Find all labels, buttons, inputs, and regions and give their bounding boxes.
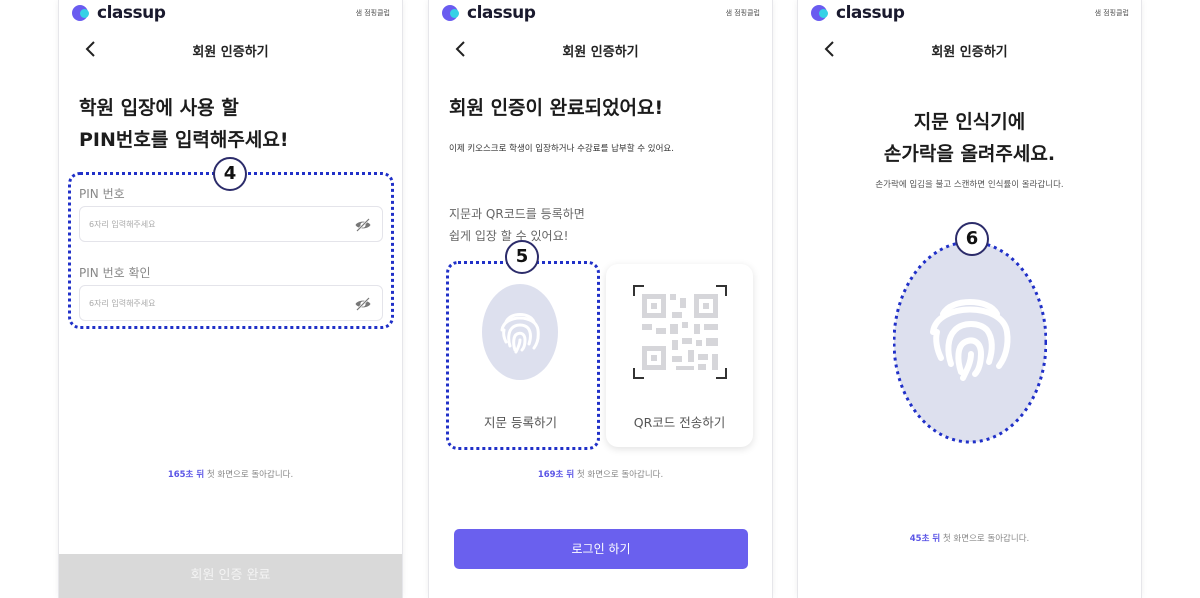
classup-logo: classup (442, 3, 536, 23)
countdown-message: 첫 화면으로 돌아갑니다. (574, 470, 664, 480)
prompt-line1: 지문과 QR코드를 등록하면 (449, 207, 585, 221)
logo-text: classup (97, 3, 166, 23)
academy-name: 샘 점핑클럽 (725, 9, 760, 17)
academy-name: 샘 점핑클럽 (1094, 9, 1129, 17)
page-heading-line1: 학원 입장에 사용 할 (79, 97, 239, 119)
page-heading: 회원 인증이 완료되었어요! (449, 97, 664, 119)
nav-bar: 회원 인증하기 (798, 34, 1141, 64)
fingerprint-scan-screen: classup 샘 점핑클럽 회원 인증하기 지문 인식기에 손가락을 올려주세… (797, 0, 1142, 598)
eye-off-icon[interactable] (354, 295, 372, 313)
pin-field[interactable] (79, 206, 383, 242)
top-bar: classup 샘 점핑클럽 (798, 0, 1141, 26)
qr-card-label: QR코드 전송하기 (633, 415, 726, 430)
countdown-seconds: 169초 뒤 (537, 470, 575, 480)
page-heading-line2: 손가락을 올려주세요. (883, 143, 1056, 165)
countdown-text: 45초 뒤 첫 화면으로 돌아갑니다. (798, 532, 1141, 544)
step-badge: 6 (955, 222, 989, 256)
page-subtext: 손가락에 입김을 불고 스캔하면 인식률이 올라갑니다. (875, 180, 1064, 190)
top-bar: classup 샘 점핑클럽 (429, 0, 772, 26)
login-button[interactable]: 로그인 하기 (454, 529, 748, 569)
countdown-text: 169초 뒤 첫 화면으로 돌아갑니다. (429, 468, 772, 480)
classup-logo: classup (811, 3, 905, 23)
nav-bar: 회원 인증하기 (59, 34, 402, 64)
top-bar: classup 샘 점핑클럽 (59, 0, 402, 26)
countdown-message: 첫 화면으로 돌아갑니다. (940, 534, 1030, 544)
eye-off-icon[interactable] (354, 216, 372, 234)
logo-mark-icon (72, 5, 94, 21)
nav-title: 회원 인증하기 (192, 45, 269, 60)
prompt-line2: 쉽게 입장 할 수 있어요! (449, 229, 569, 243)
academy-name: 샘 점핑클럽 (355, 9, 390, 17)
pin-confirm-label: PIN 번호 확인 (79, 266, 151, 280)
qr-code-icon (633, 285, 727, 379)
step-badge: 5 (505, 240, 539, 274)
fingerprint-card-highlight (446, 261, 600, 450)
countdown-text: 165초 뒤 첫 화면으로 돌아갑니다. (59, 468, 402, 480)
page-heading-line1: 지문 인식기에 (913, 111, 1026, 133)
complete-verification-button[interactable]: 회원 인증 완료 (59, 554, 402, 598)
logo-text: classup (467, 3, 536, 23)
nav-bar: 회원 인증하기 (429, 34, 772, 64)
pin-label: PIN 번호 (79, 187, 125, 201)
pin-confirm-input[interactable] (89, 295, 339, 311)
countdown-message: 첫 화면으로 돌아갑니다. (204, 470, 294, 480)
pin-confirm-field[interactable] (79, 285, 383, 321)
pin-input[interactable] (89, 216, 339, 232)
logo-text: classup (836, 3, 905, 23)
logo-mark-icon (811, 5, 833, 21)
qr-send-card[interactable]: QR코드 전송하기 (606, 264, 753, 447)
step-badge: 4 (213, 157, 247, 191)
verification-complete-screen: classup 샘 점핑클럽 회원 인증하기 회원 인증이 완료되었어요! 이제… (428, 0, 773, 598)
countdown-seconds: 45초 뒤 (909, 534, 941, 544)
classup-logo: classup (72, 3, 166, 23)
fingerprint-scanner-icon (893, 240, 1047, 444)
pin-setup-screen: classup 샘 점핑클럽 회원 인증하기 학원 입장에 사용 할 PIN번호… (58, 0, 403, 598)
page-heading-line2: PIN번호를 입력해주세요! (79, 129, 289, 151)
logo-mark-icon (442, 5, 464, 21)
nav-title: 회원 인증하기 (931, 45, 1008, 60)
countdown-seconds: 165초 뒤 (167, 470, 205, 480)
page-subtext: 이제 키오스크로 학생이 입장하거나 수강료를 납부할 수 있어요. (449, 144, 674, 154)
nav-title: 회원 인증하기 (562, 45, 639, 60)
